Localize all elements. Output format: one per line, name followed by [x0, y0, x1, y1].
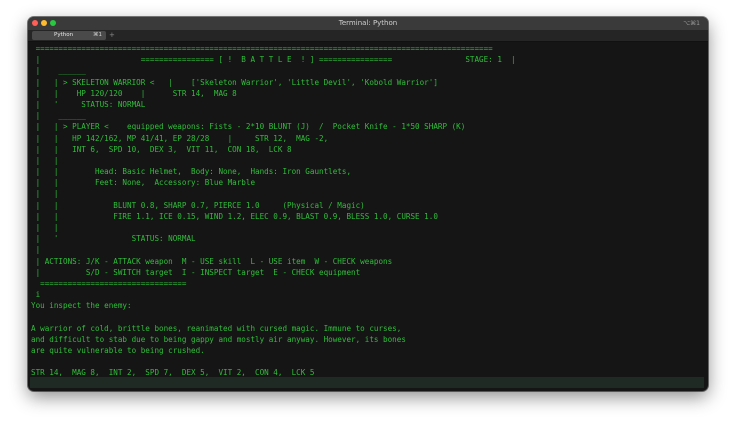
terminal-line: ================================ [31, 278, 187, 288]
terminal-line: | | [31, 155, 59, 165]
terminal-line: | | HP 120/120 | STR 14, MAG 8 [31, 88, 237, 98]
terminal-line: | S/D - SWITCH target I - INSPECT target… [31, 267, 361, 277]
new-tab-button[interactable]: + [109, 30, 115, 40]
tab-label: Python [54, 32, 74, 38]
terminal-line: You inspect the enemy: [31, 301, 132, 311]
terminal-line: | ' STATUS: NORMAL [31, 234, 196, 244]
tab-python[interactable]: Python ⌘1 [32, 31, 106, 40]
title-bar[interactable]: Terminal: Python ⌥⌘1 [28, 17, 708, 31]
tab-shortcut: ⌘1 [93, 32, 102, 38]
terminal-line: | ______ [31, 111, 86, 121]
terminal-line: | ______ [31, 66, 86, 76]
terminal-line: | | Feet: None, Accessory: Blue Marble [31, 178, 256, 188]
terminal-line: i [31, 290, 41, 300]
window-shortcut-label: ⌥⌘1 [683, 20, 700, 27]
terminal-line: | | [31, 189, 59, 199]
terminal-line: | ' STATUS: NORMAL [31, 99, 146, 109]
terminal-line: | | INT 6, SPD 10, DEX 3, VIT 11, CON 18… [31, 144, 292, 154]
terminal-line: A warrior of cold, brittle bones, reanim… [31, 323, 402, 333]
window-title: Terminal: Python [338, 19, 398, 27]
terminal-line: | | > PLAYER < equipped weapons: Fists -… [31, 122, 466, 132]
tab-bar: Python ⌘1 + [28, 30, 708, 42]
terminal-line: and difficult to stab due to being gappy… [31, 334, 406, 344]
terminal-line: ========================================… [31, 44, 493, 53]
terminal-line: | [31, 245, 41, 255]
terminal-line: | | BLUNT 0.8, SHARP 0.7, PIERCE 1.0 (Ph… [31, 200, 365, 210]
terminal-line: | | Head: Basic Helmet, Body: None, Hand… [31, 167, 352, 177]
terminal-line: | | HP 142/162, MP 41/41, EP 28/28 | STR… [31, 133, 329, 143]
terminal-line: | ACTIONS: J/K - ATTACK weapon M - USE s… [31, 256, 393, 266]
terminal-window: Terminal: Python ⌥⌘1 Python ⌘1 + =======… [28, 17, 708, 391]
terminal-line: | | [31, 223, 59, 232]
terminal-output[interactable]: ========================================… [31, 43, 705, 379]
terminal-line: | | > SKELETON WARRIOR < | ['Skeleton Wa… [31, 77, 438, 87]
terminal-line: | ================ [ ! B A T T L E ! ] =… [31, 55, 516, 65]
terminal-line: are quite vulnerable to being crushed. [31, 346, 205, 356]
command-input-line[interactable] [30, 377, 704, 388]
terminal-line: | | FIRE 1.1, ICE 0.15, WIND 1.2, ELEC 0… [31, 211, 438, 221]
